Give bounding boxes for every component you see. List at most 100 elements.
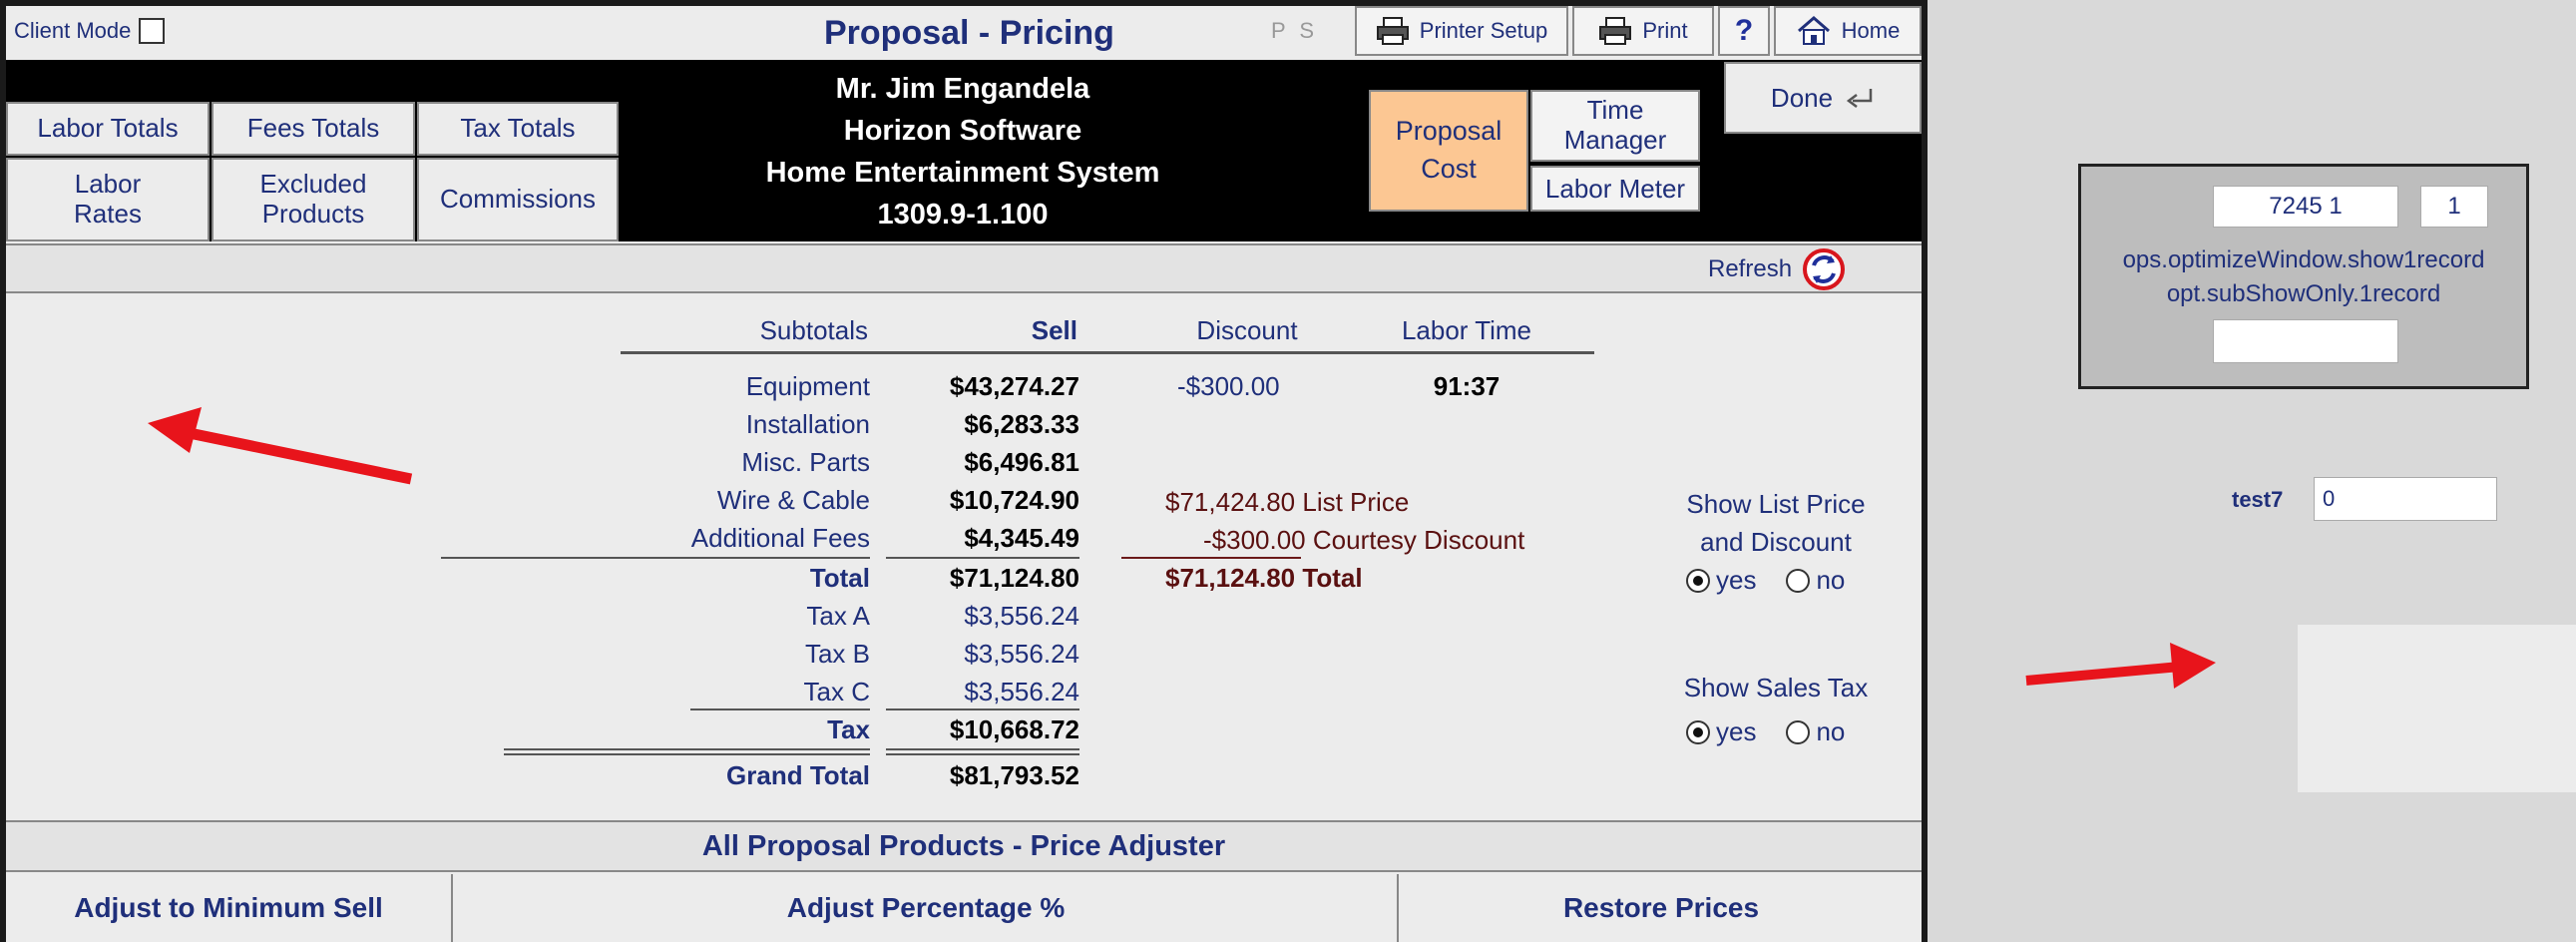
time-manager-button[interactable]: Time Manager bbox=[1530, 90, 1700, 162]
ps-indicator: P S bbox=[1271, 18, 1319, 43]
debug-field-count[interactable]: 1 bbox=[2420, 186, 2488, 228]
row-label-wire-cable: Wire & Cable bbox=[716, 485, 870, 515]
debug-text: ops.optimizeWindow.show1record opt.subSh… bbox=[2081, 243, 2526, 311]
sell-header: Sell bbox=[1031, 315, 1077, 345]
debug-line-2: opt.subShowOnly.1record bbox=[2166, 280, 2441, 307]
debug-field-blank[interactable] bbox=[2213, 319, 2398, 363]
price-adjuster-title: All Proposal Products - Price Adjuster bbox=[6, 820, 1922, 872]
red-arrow-right-icon bbox=[2025, 643, 2216, 689]
home-button[interactable]: Home bbox=[1774, 6, 1922, 56]
sell-equipment: $43,274.27 bbox=[949, 371, 1079, 401]
summary-total: $71,124.80 Total bbox=[1165, 563, 1363, 594]
printer-setup-label: Printer Setup bbox=[1419, 18, 1548, 43]
list-price-value: $71,424.80 bbox=[1165, 487, 1296, 517]
client-project: Home Entertainment System bbox=[765, 157, 1160, 189]
refresh-icon bbox=[1803, 248, 1846, 290]
tax-totals-button[interactable]: Tax Totals bbox=[417, 102, 619, 156]
home-icon bbox=[1797, 16, 1830, 45]
subtotals-header: Subtotals bbox=[759, 315, 868, 345]
sell-grand-total: $81,793.52 bbox=[949, 760, 1079, 790]
refresh-button[interactable]: Refresh bbox=[1708, 247, 1846, 291]
grand-divider-1 bbox=[504, 748, 870, 750]
row-label-installation: Installation bbox=[745, 409, 870, 439]
summary-divider bbox=[1121, 557, 1301, 559]
client-mode-checkbox[interactable] bbox=[139, 18, 166, 44]
list-price-no-label: no bbox=[1816, 565, 1846, 595]
subtotal-divider bbox=[441, 557, 870, 559]
row-label-equipment: Equipment bbox=[745, 371, 870, 401]
discount-header: Discount bbox=[1196, 315, 1298, 345]
fees-totals-button[interactable]: Fees Totals bbox=[212, 102, 415, 156]
proposal-cost-button[interactable]: Proposal Cost bbox=[1369, 90, 1528, 212]
adjust-minimum-sell-button[interactable]: Adjust to Minimum Sell bbox=[6, 874, 453, 942]
list-price-yes-radio[interactable]: yes bbox=[1686, 565, 1756, 596]
home-label: Home bbox=[1841, 18, 1901, 43]
row-label-grand-total: Grand Total bbox=[726, 760, 870, 790]
done-label: Done bbox=[1770, 82, 1834, 113]
row-label-misc-parts: Misc. Parts bbox=[741, 447, 870, 477]
proposal-cost-label-1: Proposal bbox=[1395, 116, 1503, 147]
printer-icon bbox=[1599, 17, 1632, 45]
courtesy-value: -$300.00 bbox=[1203, 525, 1306, 555]
labor-time-header: Labor Time bbox=[1401, 315, 1532, 345]
sell-total: $71,124.80 bbox=[949, 563, 1079, 593]
sell-grand-divider-2 bbox=[886, 753, 1079, 755]
labor-rates-button[interactable]: Labor Rates bbox=[6, 158, 210, 241]
list-price-summary: $71,424.80 List Price bbox=[1165, 487, 1409, 518]
proposal-cost-label-2: Cost bbox=[1421, 154, 1477, 184]
sales-tax-radio-group: yes no bbox=[1686, 716, 1845, 747]
page-title: Proposal - Pricing bbox=[824, 14, 1114, 52]
show-list-price-line-1: Show List Price bbox=[1686, 489, 1866, 519]
help-button[interactable]: ? bbox=[1718, 6, 1770, 56]
row-label-tax-c: Tax C bbox=[803, 677, 870, 706]
debug-field-record[interactable]: 7245 1 bbox=[2213, 186, 2398, 228]
show-list-price-label: Show List Price and Discount bbox=[1656, 485, 1896, 561]
row-label-additional-fees: Additional Fees bbox=[690, 523, 870, 553]
time-manager-label-2: Manager bbox=[1563, 125, 1667, 155]
excluded-products-button[interactable]: Excluded Products bbox=[212, 158, 415, 241]
sell-subtotal-divider bbox=[886, 557, 1079, 559]
row-label-tax-a: Tax A bbox=[806, 601, 870, 631]
sales-tax-no-label: no bbox=[1816, 716, 1846, 746]
client-name: Mr. Jim Engandela bbox=[835, 73, 1090, 105]
tax-divider bbox=[690, 708, 870, 710]
show-sales-tax-label: Show Sales Tax bbox=[1683, 673, 1869, 703]
show-list-price-line-2: and Discount bbox=[1700, 527, 1852, 557]
commissions-button[interactable]: Commissions bbox=[417, 158, 619, 241]
grand-divider-2 bbox=[504, 753, 870, 755]
refresh-strip bbox=[6, 243, 1922, 293]
excluded-products-label-1: Excluded bbox=[259, 169, 367, 200]
summary-total-value: $71,124.80 bbox=[1165, 563, 1296, 593]
sales-tax-no-radio[interactable]: no bbox=[1786, 716, 1845, 747]
test7-input[interactable]: 0 bbox=[2314, 477, 2497, 521]
sell-grand-divider-1 bbox=[886, 748, 1079, 750]
adjust-percentage-button[interactable]: Adjust Percentage % bbox=[455, 874, 1399, 942]
print-button[interactable]: Print bbox=[1572, 6, 1714, 56]
header-divider bbox=[621, 351, 1594, 354]
row-label-total: Total bbox=[809, 563, 870, 593]
sell-tax-divider bbox=[886, 708, 1079, 710]
sell-misc-parts: $6,496.81 bbox=[964, 447, 1079, 477]
list-price-yes-label: yes bbox=[1716, 565, 1757, 595]
row-label-tax-b: Tax B bbox=[804, 639, 870, 669]
summary-total-label: Total bbox=[1302, 563, 1363, 593]
list-price-no-radio[interactable]: no bbox=[1786, 565, 1845, 596]
sell-additional-fees: $4,345.49 bbox=[964, 523, 1079, 553]
debug-line-1: ops.optimizeWindow.show1record bbox=[2122, 246, 2485, 273]
courtesy-label: Courtesy Discount bbox=[1312, 525, 1525, 555]
sales-tax-yes-label: yes bbox=[1716, 716, 1757, 746]
list-price-radio-group: yes no bbox=[1686, 565, 1845, 596]
labor-rates-label-2: Rates bbox=[74, 199, 142, 229]
printer-setup-button[interactable]: Printer Setup bbox=[1355, 6, 1568, 56]
proposal-number: 1309.9-1.100 bbox=[877, 199, 1049, 231]
value-tax-a: $3,556.24 bbox=[964, 601, 1079, 631]
done-button[interactable]: Done bbox=[1724, 62, 1922, 134]
client-mode-label: Client Mode bbox=[14, 18, 132, 43]
labor-meter-button[interactable]: Labor Meter bbox=[1530, 166, 1700, 212]
printer-icon bbox=[1376, 17, 1409, 45]
restore-prices-button[interactable]: Restore Prices bbox=[1401, 874, 1922, 942]
sales-tax-yes-radio[interactable]: yes bbox=[1686, 716, 1756, 747]
labor-totals-button[interactable]: Labor Totals bbox=[6, 102, 210, 156]
value-tax-b: $3,556.24 bbox=[964, 639, 1079, 669]
client-mode-toggle[interactable]: Client Mode bbox=[14, 18, 166, 44]
